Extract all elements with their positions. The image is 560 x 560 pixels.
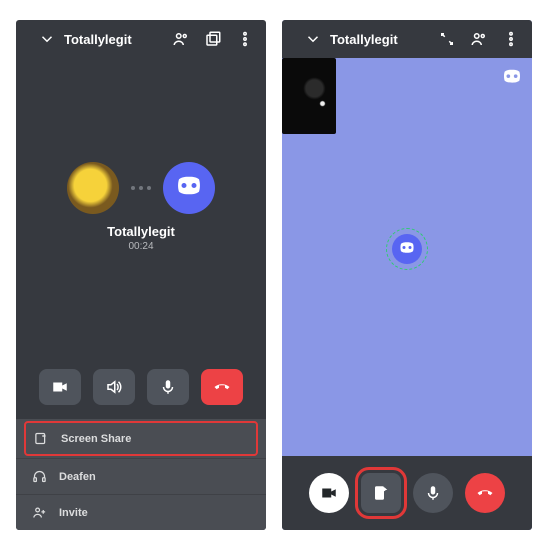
- connection-indicator: [131, 186, 151, 190]
- collapse-icon[interactable]: [302, 28, 324, 50]
- participant-name: Totallylegit: [107, 224, 175, 239]
- self-preview-thumbnail[interactable]: [282, 58, 336, 134]
- sheet-item-label: Invite: [59, 507, 88, 519]
- call-timer: 00:24: [128, 241, 153, 252]
- header-title: Totallylegit: [64, 32, 132, 47]
- call-body: Totallylegit 00:24: [16, 58, 266, 355]
- call-controls: [16, 355, 266, 419]
- speaker-button[interactable]: [93, 369, 135, 405]
- hangup-button[interactable]: [465, 473, 505, 513]
- members-icon[interactable]: [468, 28, 490, 50]
- mic-button[interactable]: [413, 473, 453, 513]
- pop-out-icon[interactable]: [202, 28, 224, 50]
- members-icon[interactable]: [170, 28, 192, 50]
- sheet-item-screen-share[interactable]: Screen Share: [24, 421, 258, 456]
- video-button[interactable]: [309, 473, 349, 513]
- mic-button[interactable]: [147, 369, 189, 405]
- invite-icon: [32, 505, 47, 520]
- sheet-item-invite[interactable]: Invite: [16, 495, 266, 530]
- call-header-left: Totallylegit: [16, 20, 266, 58]
- phone-left: Totallylegit Totallylegit 00:24: [16, 20, 266, 530]
- sheet-item-label: Deafen: [59, 471, 96, 483]
- speaking-avatar[interactable]: [392, 234, 422, 264]
- action-sheet: Screen Share Deafen Invite: [16, 419, 266, 530]
- call-header-right: Totallylegit: [282, 20, 532, 58]
- screen-share-icon: [34, 431, 49, 446]
- collapse-icon[interactable]: [36, 28, 58, 50]
- header-title: Totallylegit: [330, 32, 398, 47]
- comparison-stage: Totallylegit Totallylegit 00:24: [0, 0, 560, 550]
- call-controls-right: [282, 456, 532, 530]
- discord-logo-icon: [500, 66, 524, 90]
- phone-right: Totallylegit: [282, 20, 532, 530]
- more-icon[interactable]: [234, 28, 256, 50]
- avatar-self[interactable]: [163, 162, 215, 214]
- avatar-remote[interactable]: [67, 162, 119, 214]
- video-button[interactable]: [39, 369, 81, 405]
- sheet-item-deafen[interactable]: Deafen: [16, 459, 266, 494]
- sheet-item-label: Screen Share: [61, 433, 131, 445]
- swap-camera-icon[interactable]: [436, 28, 458, 50]
- screen-share-button[interactable]: [361, 473, 401, 513]
- headphones-icon: [32, 469, 47, 484]
- screen-share-viewport[interactable]: [282, 58, 532, 456]
- avatar-row: [67, 162, 215, 214]
- hangup-button[interactable]: [201, 369, 243, 405]
- more-icon[interactable]: [500, 28, 522, 50]
